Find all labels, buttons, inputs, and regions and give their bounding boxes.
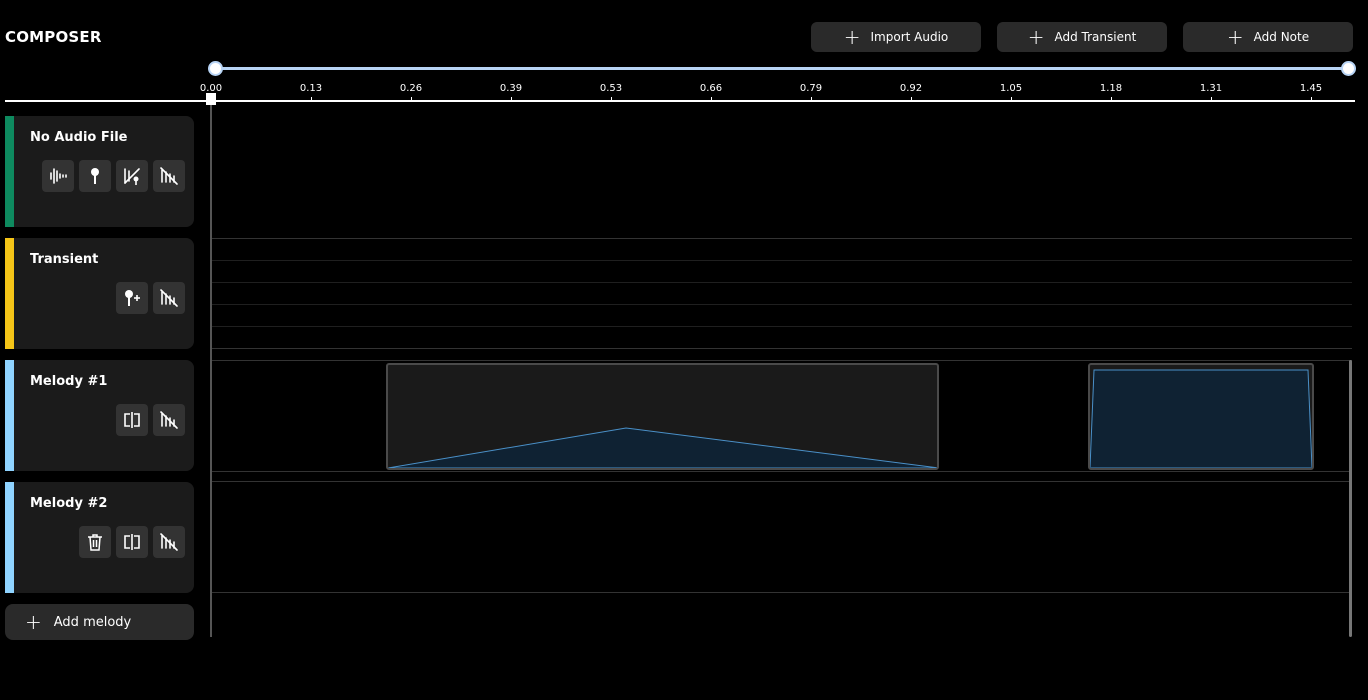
transient-lane-line [212, 282, 1352, 283]
split-button[interactable] [116, 526, 148, 558]
detect-transients-icon [124, 168, 140, 185]
mute-track-button[interactable] [153, 404, 185, 436]
tick-label: 0.92 [899, 83, 923, 94]
mute-waveform-icon [160, 167, 178, 185]
tick-label: 1.18 [1099, 83, 1123, 94]
track-melody-2[interactable]: Melody #2 [5, 482, 194, 593]
split-icon [124, 412, 140, 428]
tick-label: 0.66 [699, 83, 723, 94]
add-transient-button[interactable]: + Add Transient [997, 22, 1167, 52]
track-color-stripe [5, 360, 14, 471]
tick-mark [811, 97, 812, 101]
tick-mark [611, 97, 612, 101]
lane-divider [212, 348, 1352, 349]
track-color-stripe [5, 482, 14, 593]
add-transient-label: Add Transient [1054, 30, 1137, 44]
tick-label: 1.45 [1299, 83, 1323, 94]
pin-plus-icon [125, 290, 140, 306]
lane-divider [212, 471, 1352, 472]
timeline-scrollbar[interactable] [1349, 360, 1352, 637]
import-audio-button[interactable]: + Import Audio [811, 22, 981, 52]
import-audio-label: Import Audio [870, 30, 949, 44]
lane-divider [212, 481, 1352, 482]
split-button[interactable] [116, 404, 148, 436]
tick-label: 1.05 [999, 83, 1023, 94]
track-name: Melody #2 [30, 496, 108, 511]
tick-label: 0.13 [299, 83, 323, 94]
tick-label: 0.53 [599, 83, 623, 94]
plus-icon: + [1226, 25, 1244, 49]
mute-track-button[interactable] [153, 160, 185, 192]
waveform-icon [50, 168, 67, 184]
transient-lane-line [212, 260, 1352, 261]
lane-divider [212, 238, 1352, 239]
add-melody-label: Add melody [53, 614, 132, 630]
note-envelope [1090, 369, 1312, 468]
tick-label: 0.39 [499, 83, 523, 94]
mute-track-button[interactable] [153, 282, 185, 314]
tick-mark [1211, 97, 1212, 101]
plus-icon: + [1027, 25, 1045, 49]
pin-icon [91, 168, 99, 184]
note-envelope [388, 427, 937, 468]
tick-mark [511, 97, 512, 101]
transient-lane-line [212, 304, 1352, 305]
track-color-stripe [5, 238, 14, 349]
range-end-handle[interactable] [1341, 61, 1356, 76]
tick-mark [1311, 97, 1312, 101]
tick-mark [911, 97, 912, 101]
track-color-stripe [5, 116, 14, 227]
playhead-line [210, 105, 212, 637]
lane-divider [212, 360, 1352, 361]
lane-divider [212, 592, 1352, 593]
tick-label: 0.79 [799, 83, 823, 94]
mute-waveform-icon [160, 533, 178, 551]
add-melody-button[interactable]: + Add melody [5, 604, 194, 640]
range-slider-track[interactable] [215, 67, 1348, 70]
transient-lane-line [212, 326, 1352, 327]
note-clip[interactable] [386, 363, 939, 470]
tick-mark [1111, 97, 1112, 101]
tick-mark [311, 97, 312, 101]
trash-icon [88, 534, 102, 551]
tick-mark [711, 97, 712, 101]
split-icon [124, 534, 140, 550]
track-name: Transient [30, 252, 99, 267]
add-note-button[interactable]: + Add Note [1183, 22, 1353, 52]
plus-icon: + [843, 25, 861, 49]
app-title: COMPOSER [5, 28, 102, 46]
detect-transients-button[interactable] [116, 160, 148, 192]
add-transient-marker-button[interactable] [116, 282, 148, 314]
range-start-handle[interactable] [208, 61, 223, 76]
track-audio[interactable]: No Audio File [5, 116, 194, 227]
track-melody-1[interactable]: Melody #1 [5, 360, 194, 471]
tick-label: 1.31 [1199, 83, 1223, 94]
mute-waveform-icon [160, 289, 178, 307]
add-note-label: Add Note [1253, 30, 1310, 44]
tick-mark [411, 97, 412, 101]
delete-track-button[interactable] [79, 526, 111, 558]
mute-waveform-icon [160, 411, 178, 429]
track-transient[interactable]: Transient [5, 238, 194, 349]
tick-label: 0.26 [399, 83, 423, 94]
playhead-handle[interactable] [206, 93, 216, 105]
mute-track-button[interactable] [153, 526, 185, 558]
track-name: No Audio File [30, 130, 128, 145]
waveform-button[interactable] [42, 160, 74, 192]
note-clip[interactable] [1088, 363, 1314, 470]
tick-mark [1011, 97, 1012, 101]
track-name: Melody #1 [30, 374, 108, 389]
transient-marker-button[interactable] [79, 160, 111, 192]
plus-icon: + [25, 610, 42, 634]
